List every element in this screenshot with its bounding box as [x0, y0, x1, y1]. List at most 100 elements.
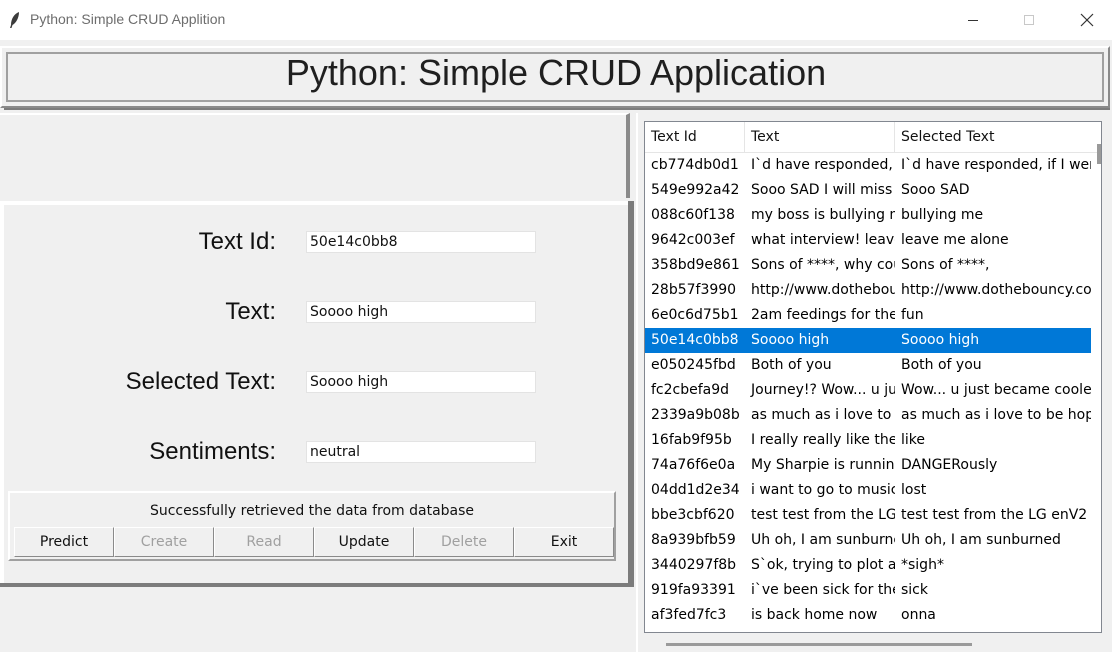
predict-button[interactable]: Predict [14, 527, 114, 557]
table-row[interactable]: 919fa93391 i`ve been sick for the sick [645, 578, 1091, 603]
cell-selected-text: I`d have responded, if I were [901, 157, 1091, 173]
cell-selected-text: like [901, 432, 926, 448]
cell-text: what interview! leave [751, 232, 895, 248]
cell-selected-text: Sooo SAD [901, 182, 970, 198]
cell-selected-text: as much as i love to be hope [901, 407, 1091, 423]
cell-text-id: 919fa93391 [651, 582, 736, 598]
table-row[interactable]: cb774db0d1 I`d have responded, i I`d have… [645, 153, 1091, 178]
table-row[interactable]: 358bd9e861 Sons of ****, why cou Sons of … [645, 253, 1091, 278]
table-row[interactable]: 2339a9b08b as much as i love to l as much… [645, 403, 1091, 428]
update-button[interactable]: Update [314, 527, 414, 557]
cell-text-id: 28b57f3990 [651, 282, 737, 298]
app-header: Python: Simple CRUD Application [0, 46, 1112, 110]
cell-text: i want to go to music [751, 482, 895, 498]
table-row[interactable]: 8a939bfb59 Uh oh, I am sunburne Uh oh, I a… [645, 528, 1091, 553]
cell-text: Sooo SAD I will miss [751, 182, 893, 198]
table-row[interactable]: 50e14c0bb8 Soooo high Soooo high [645, 328, 1091, 353]
table-row[interactable]: 6e0c6d75b1 2am feedings for the fun [645, 303, 1091, 328]
cell-text: My Sharpie is running [751, 457, 895, 473]
close-button[interactable] [1064, 0, 1110, 40]
cell-selected-text: lost [901, 482, 927, 498]
minimize-icon [968, 20, 978, 21]
table-row[interactable]: 3440297f8b S`ok, trying to plot al *sigh* [645, 553, 1091, 578]
right-panel-edge [636, 113, 642, 652]
cell-selected-text: DANGERously [901, 457, 998, 473]
top-frame [0, 113, 630, 198]
table-row[interactable]: af3fed7fc3 is back home now onna [645, 603, 1091, 628]
create-button[interactable]: Create [114, 527, 214, 557]
cell-text: Uh oh, I am sunburne [751, 532, 895, 548]
cell-selected-text: sick [901, 582, 928, 598]
records-table[interactable]: Text Id Text Selected Text cb774db0d1 I`… [644, 121, 1102, 633]
column-header-selected-text[interactable]: Selected Text [895, 122, 1097, 152]
column-header-text[interactable]: Text [745, 122, 895, 152]
sentiments-input[interactable]: neutral [306, 441, 536, 463]
cell-text-id: 04dd1d2e34 [651, 482, 740, 498]
left-panel: Text Id: 50e14c0bb8 Text: Soooo high Sel… [0, 113, 636, 652]
cell-text-id: 16fab9f95b [651, 432, 732, 448]
delete-button[interactable]: Delete [414, 527, 514, 557]
cell-text-id: 2339a9b08b [651, 407, 740, 423]
table-row[interactable]: 04dd1d2e34 i want to go to music lost [645, 478, 1091, 503]
cell-text-id: cb774db0d1 [651, 157, 739, 173]
text-input[interactable]: Soooo high [306, 301, 536, 323]
exit-button[interactable]: Exit [514, 527, 614, 557]
vertical-scrollbar[interactable] [1097, 144, 1101, 164]
maximize-button[interactable] [1006, 0, 1052, 40]
window-title: Python: Simple CRUD Applition [30, 11, 226, 27]
table-row[interactable]: 28b57f3990 http://www.dothebou http://www.… [645, 278, 1091, 303]
cell-text: 2am feedings for the [751, 307, 895, 323]
form-frame: Text Id: 50e14c0bb8 Text: Soooo high Sel… [0, 201, 634, 589]
maximize-icon [1024, 15, 1034, 25]
cell-selected-text: Both of you [901, 357, 982, 373]
cell-text: as much as i love to l [751, 407, 895, 423]
cell-text-id: 9642c003ef [651, 232, 735, 248]
feather-icon [10, 12, 19, 28]
cell-selected-text: leave me alone [901, 232, 1009, 248]
cell-text: http://www.dothebou [751, 282, 895, 298]
cell-selected-text: Soooo high [901, 332, 980, 348]
cell-text-id: 6e0c6d75b1 [651, 307, 739, 323]
cell-text: is back home now [751, 607, 878, 623]
cell-selected-text: onna [901, 607, 936, 623]
cell-text: test test from the LG [751, 507, 895, 523]
horizontal-scrollbar[interactable] [666, 643, 972, 646]
cell-selected-text: *sigh* [901, 557, 944, 573]
text-label: Text: [225, 298, 276, 325]
app-title: Python: Simple CRUD Application [285, 52, 827, 93]
cell-text-id: af3fed7fc3 [651, 607, 727, 623]
cell-selected-text: Uh oh, I am sunburned [901, 532, 1061, 548]
window-titlebar: Python: Simple CRUD Applition [0, 0, 1112, 40]
cell-text: Journey!? Wow... u ju [751, 382, 895, 398]
cell-text-id: 74a76f6e0a [651, 457, 736, 473]
table-row[interactable]: 9642c003ef what interview! leave leave me… [645, 228, 1091, 253]
table-row[interactable]: bbe3cbf620 test test from the LG test test… [645, 503, 1091, 528]
cell-text-id: 358bd9e861 [651, 257, 740, 273]
table-row[interactable]: 16fab9f95b I really really like the s like [645, 428, 1091, 453]
cell-text-id: bbe3cbf620 [651, 507, 735, 523]
cell-text: my boss is bullying m [751, 207, 895, 223]
table-row[interactable]: 088c60f138 my boss is bullying m bullying … [645, 203, 1091, 228]
cell-text-id: e050245fbd [651, 357, 736, 373]
cell-text-id: fc2cbefa9d [651, 382, 730, 398]
table-row[interactable]: e050245fbd Both of you Both of you [645, 353, 1091, 378]
table-row[interactable]: 74a76f6e0a My Sharpie is running DANGERous… [645, 453, 1091, 478]
cell-selected-text: Sons of ****, [901, 257, 990, 273]
cell-selected-text: bullying me [901, 207, 984, 223]
text-id-label: Text Id: [198, 228, 276, 255]
selected-text-input[interactable]: Soooo high [306, 371, 536, 393]
minimize-button[interactable] [950, 0, 996, 40]
cell-text: Both of you [751, 357, 832, 373]
button-frame: Successfully retrieved the data from dat… [8, 491, 616, 561]
sentiments-label: Sentiments: [149, 438, 276, 465]
cell-text: Sons of ****, why cou [751, 257, 895, 273]
column-header-text-id[interactable]: Text Id [645, 122, 745, 152]
table-row[interactable]: fc2cbefa9d Journey!? Wow... u ju Wow... u… [645, 378, 1091, 403]
cell-text: I`d have responded, i [751, 157, 895, 173]
text-id-input[interactable]: 50e14c0bb8 [306, 231, 536, 253]
close-icon [1080, 13, 1094, 27]
cell-text: Soooo high [751, 332, 830, 348]
cell-text-id: 50e14c0bb8 [651, 332, 739, 348]
read-button[interactable]: Read [214, 527, 314, 557]
table-row[interactable]: 549e992a42 Sooo SAD I will miss Sooo SAD [645, 178, 1091, 203]
